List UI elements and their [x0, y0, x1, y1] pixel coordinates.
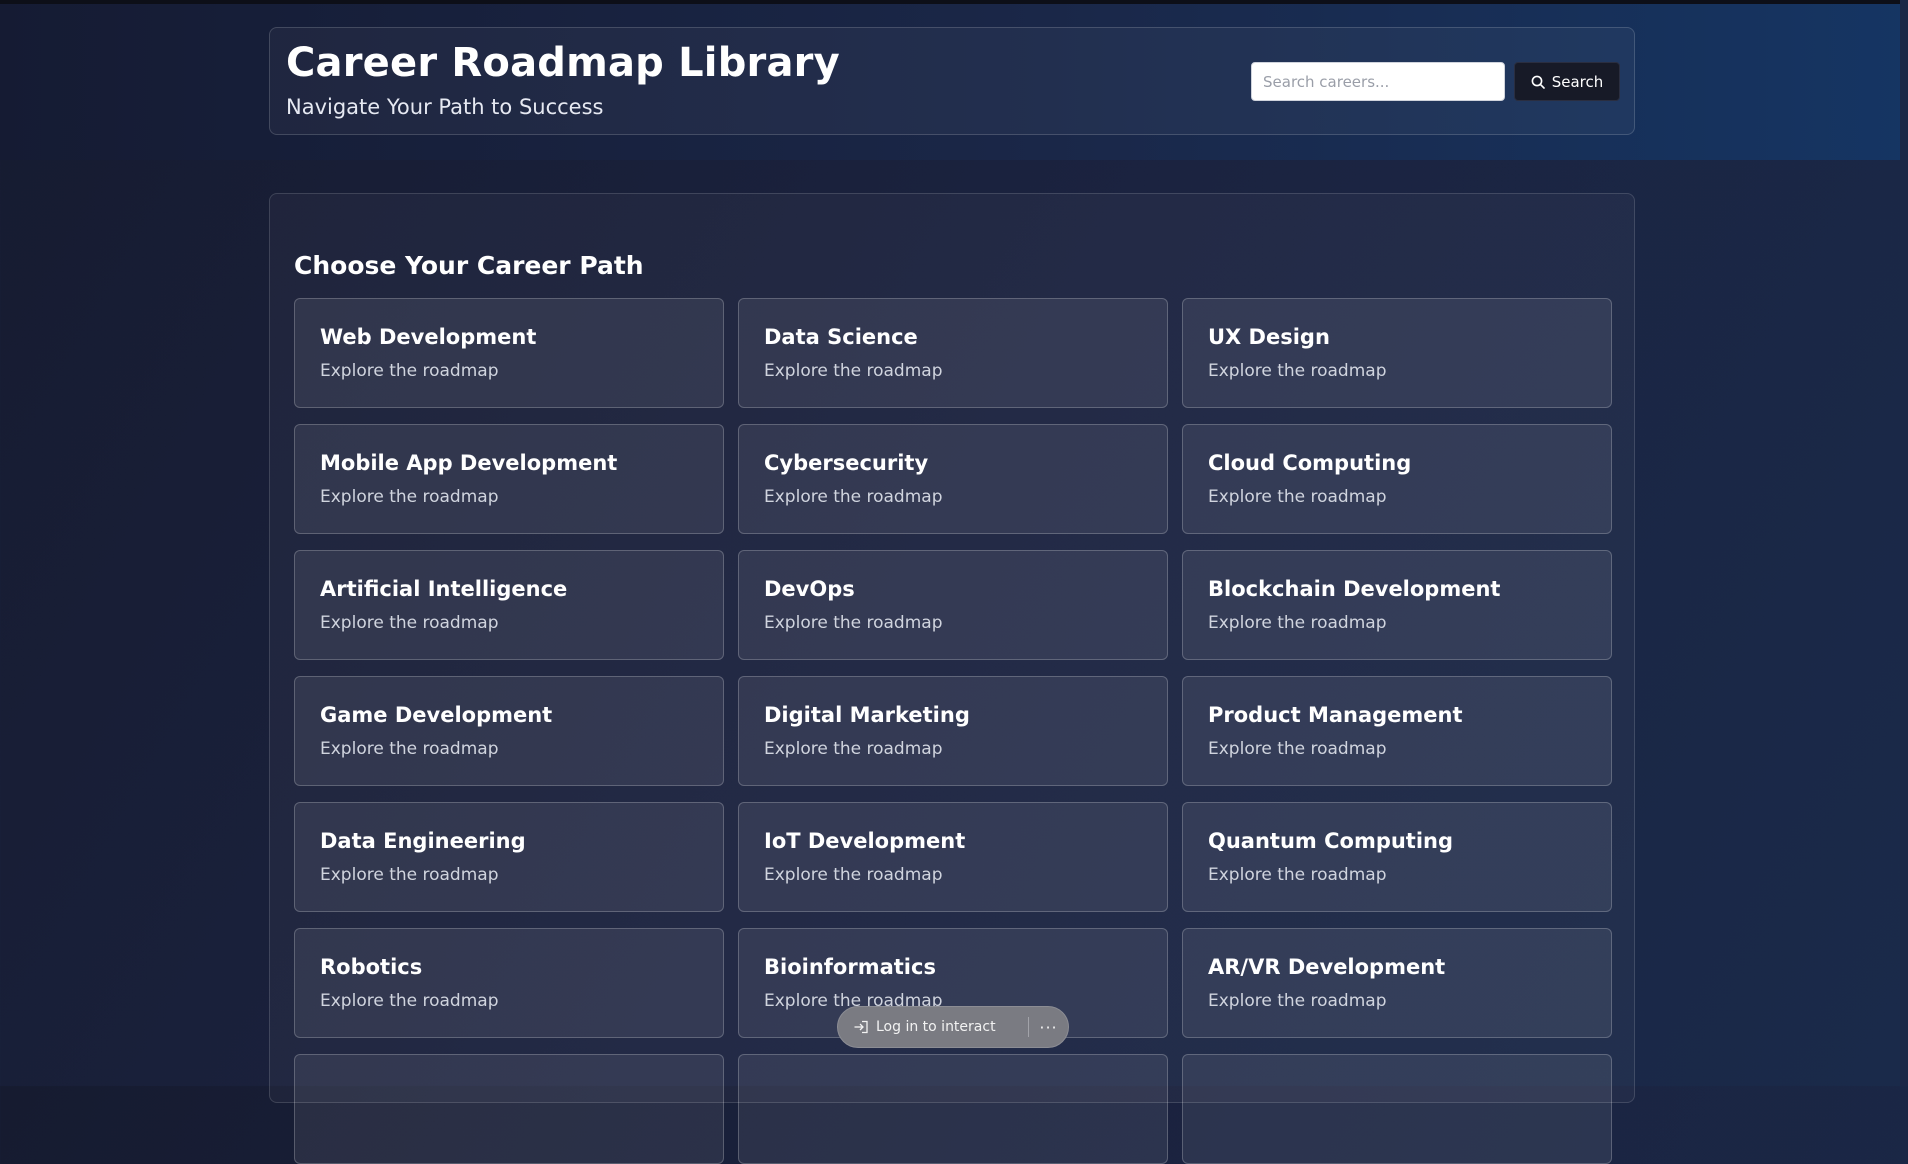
- page-subtitle: Navigate Your Path to Success: [286, 95, 604, 119]
- career-card-title: Game Development: [320, 703, 553, 727]
- career-card[interactable]: Data Science Explore the roadmap: [738, 298, 1168, 408]
- career-card-description: Explore the roadmap: [764, 613, 943, 633]
- career-card[interactable]: Robotics Explore the roadmap: [294, 928, 724, 1038]
- career-card-description: Explore the roadmap: [1208, 739, 1387, 759]
- career-card[interactable]: Quantum Computing Explore the roadmap: [1182, 802, 1612, 912]
- section-title: Choose Your Career Path: [294, 251, 644, 280]
- page-title: Career Roadmap Library: [286, 40, 840, 86]
- career-card-description: Explore the roadmap: [764, 865, 943, 885]
- career-card-title: Cybersecurity: [764, 451, 929, 475]
- career-card-description: Explore the roadmap: [320, 739, 499, 759]
- career-card-description: Explore the roadmap: [320, 487, 499, 507]
- career-card-title: IoT Development: [764, 829, 966, 853]
- career-card-title: Artificial Intelligence: [320, 577, 568, 601]
- career-card[interactable]: IoT Development Explore the roadmap: [738, 802, 1168, 912]
- career-card-description: Explore the roadmap: [320, 361, 499, 381]
- career-card[interactable]: Cybersecurity Explore the roadmap: [738, 424, 1168, 534]
- search-input[interactable]: [1251, 62, 1505, 101]
- more-icon[interactable]: ···: [1029, 1018, 1068, 1037]
- login-overlay: Log in to interact ···: [837, 1006, 1069, 1048]
- site-header: Career Roadmap Library Navigate Your Pat…: [269, 27, 1635, 135]
- career-card-title: DevOps: [764, 577, 855, 601]
- career-card[interactable]: [738, 1054, 1168, 1164]
- career-card-title: Data Engineering: [320, 829, 526, 853]
- career-card[interactable]: DevOps Explore the roadmap: [738, 550, 1168, 660]
- career-card-description: Explore the roadmap: [1208, 865, 1387, 885]
- career-card[interactable]: UX Design Explore the roadmap: [1182, 298, 1612, 408]
- career-card-description: Explore the roadmap: [320, 613, 499, 633]
- career-card[interactable]: Digital Marketing Explore the roadmap: [738, 676, 1168, 786]
- career-panel: Choose Your Career Path Web Development …: [269, 193, 1635, 1164]
- career-card-title: Product Management: [1208, 703, 1463, 727]
- career-card-title: Bioinformatics: [764, 955, 936, 979]
- career-card-title: Quantum Computing: [1208, 829, 1454, 853]
- career-card-description: Explore the roadmap: [1208, 487, 1387, 507]
- career-card[interactable]: Game Development Explore the roadmap: [294, 676, 724, 786]
- career-card-description: Explore the roadmap: [1208, 991, 1387, 1011]
- career-card[interactable]: Artificial Intelligence Explore the road…: [294, 550, 724, 660]
- login-icon: [854, 1020, 868, 1034]
- scrollbar[interactable]: [1900, 0, 1908, 1086]
- career-card[interactable]: Blockchain Development Explore the roadm…: [1182, 550, 1612, 660]
- career-card-title: Cloud Computing: [1208, 451, 1412, 475]
- career-card[interactable]: [1182, 1054, 1612, 1164]
- login-button[interactable]: Log in to interact: [838, 1019, 1028, 1035]
- career-card[interactable]: Product Management Explore the roadmap: [1182, 676, 1612, 786]
- career-card-description: Explore the roadmap: [320, 991, 499, 1011]
- career-card-title: Blockchain Development: [1208, 577, 1501, 601]
- career-card-title: Digital Marketing: [764, 703, 970, 727]
- career-card-title: Robotics: [320, 955, 423, 979]
- career-card-title: UX Design: [1208, 325, 1330, 349]
- career-card-description: Explore the roadmap: [764, 487, 943, 507]
- search-button-label: Search: [1551, 72, 1604, 91]
- career-card-description: Explore the roadmap: [1208, 361, 1387, 381]
- career-card[interactable]: Data Engineering Explore the roadmap: [294, 802, 724, 912]
- career-card-title: AR/VR Development: [1208, 955, 1446, 979]
- career-card[interactable]: Web Development Explore the roadmap: [294, 298, 724, 408]
- search-button[interactable]: Search: [1514, 62, 1620, 101]
- career-card[interactable]: [294, 1054, 724, 1164]
- career-card-description: Explore the roadmap: [320, 865, 499, 885]
- career-card-description: Explore the roadmap: [1208, 613, 1387, 633]
- career-card[interactable]: Cloud Computing Explore the roadmap: [1182, 424, 1612, 534]
- login-label: Log in to interact: [876, 1019, 996, 1035]
- career-card[interactable]: Mobile App Development Explore the roadm…: [294, 424, 724, 534]
- career-card-title: Mobile App Development: [320, 451, 618, 475]
- search-icon: [1531, 75, 1545, 89]
- career-card-title: Data Science: [764, 325, 918, 349]
- career-card-description: Explore the roadmap: [764, 739, 943, 759]
- career-card[interactable]: AR/VR Development Explore the roadmap: [1182, 928, 1612, 1038]
- career-card-title: Web Development: [320, 325, 537, 349]
- career-card-description: Explore the roadmap: [764, 361, 943, 381]
